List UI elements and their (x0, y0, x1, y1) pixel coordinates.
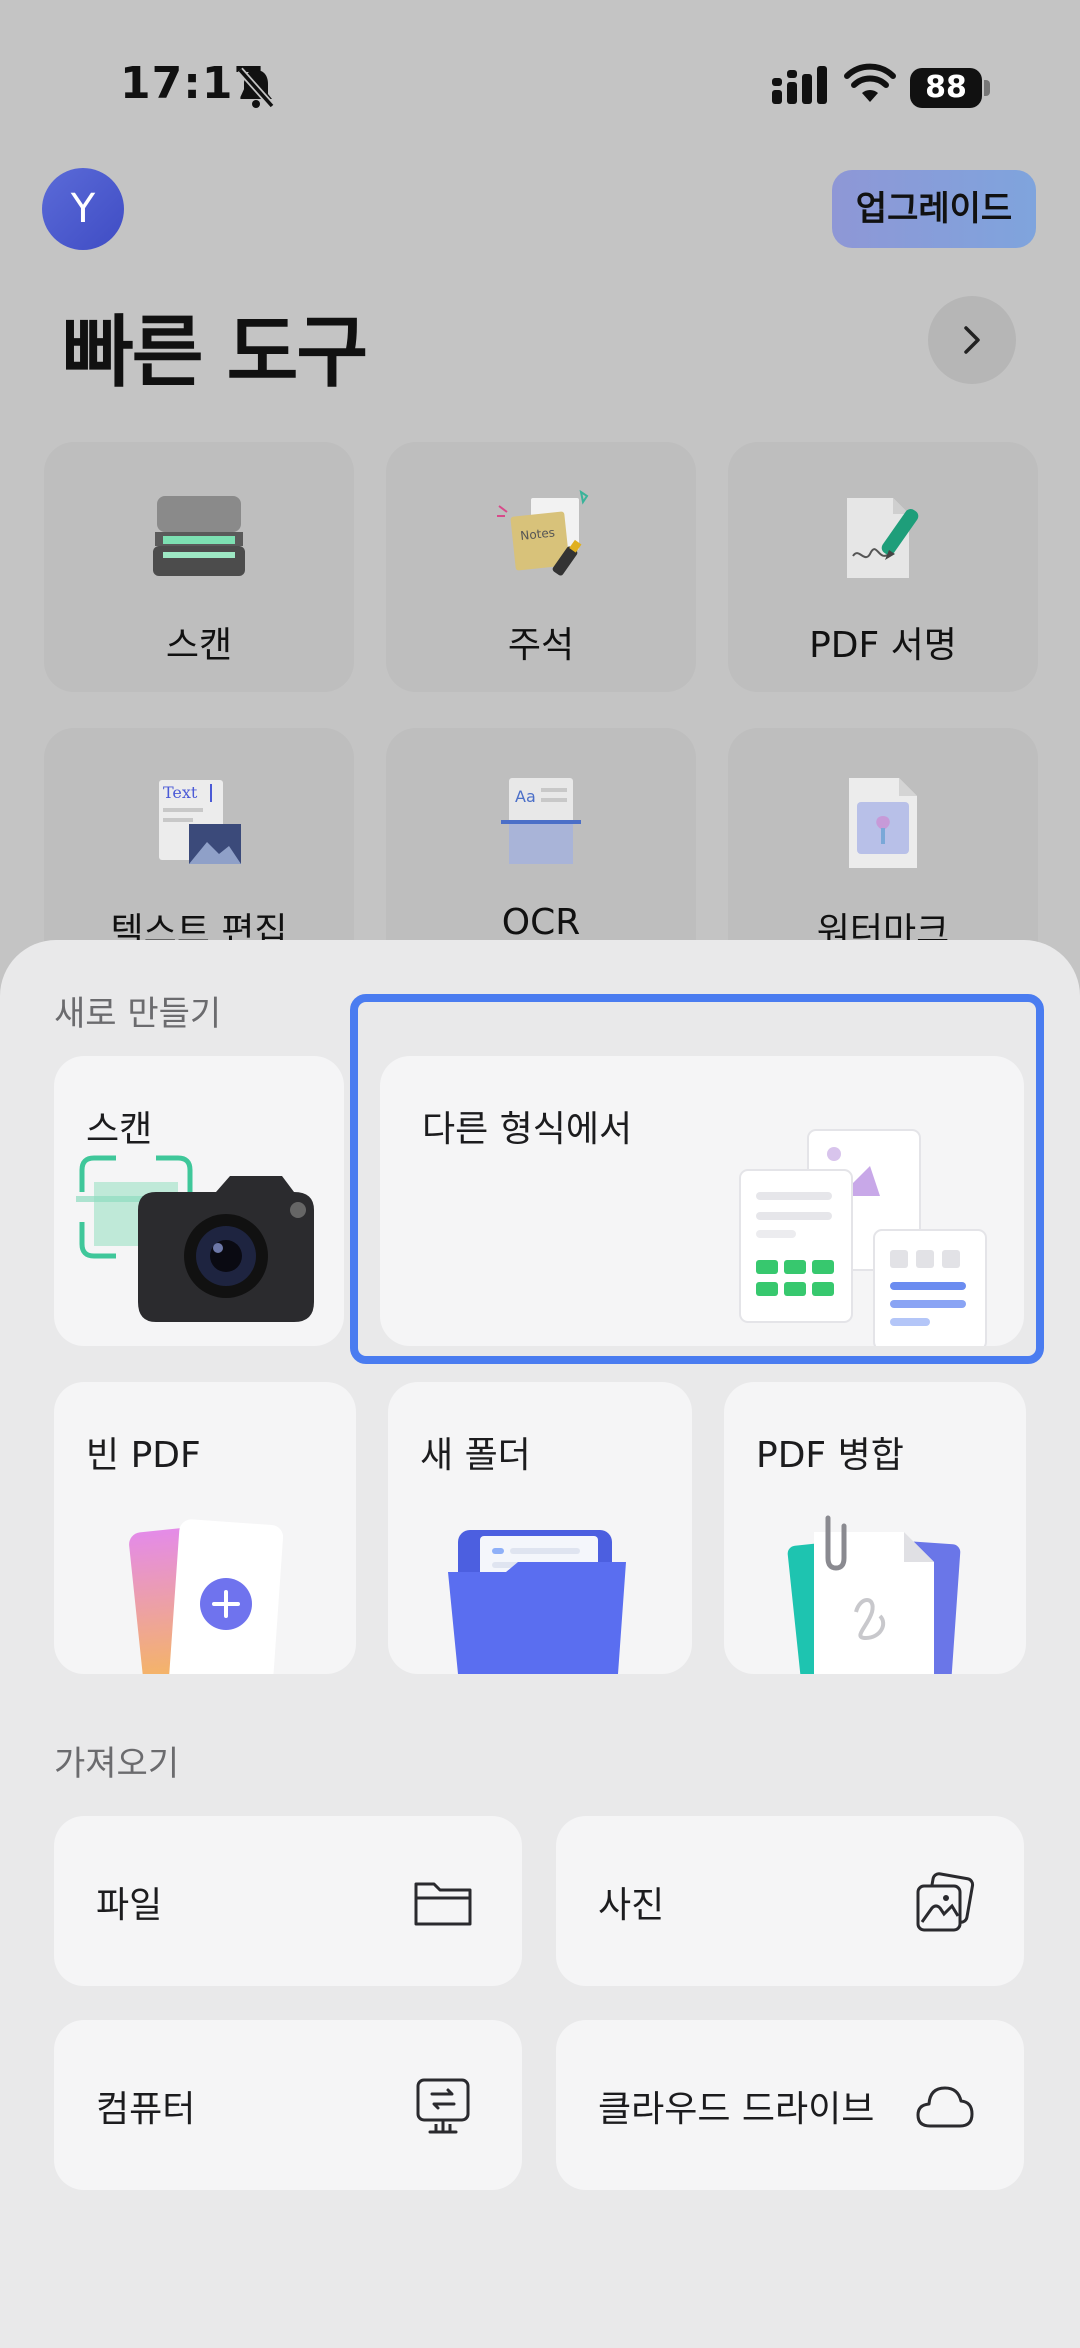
status-bar: 17:17 88 (0, 0, 1080, 170)
section-import-title: 가져오기 (54, 1744, 180, 1784)
cloud-icon (916, 2086, 974, 2128)
svg-text:Text: Text (163, 783, 198, 802)
avatar[interactable]: Y (42, 168, 124, 250)
tool-scan[interactable]: 스캔 (44, 442, 354, 692)
chevron-right-icon (964, 326, 980, 354)
tool-sign[interactable]: PDF 서명 (728, 442, 1038, 692)
scanner-icon (153, 496, 245, 576)
photo-icon (916, 1872, 975, 1932)
tool-label: 주석 (507, 625, 575, 666)
merge-pdf-icon (787, 1515, 961, 1674)
more-tools-button[interactable] (928, 296, 1016, 384)
card-label: 스캔 (86, 1109, 153, 1150)
import-computer-card[interactable]: 컴퓨터 (54, 2020, 522, 2190)
card-label: 빈 PDF (86, 1435, 201, 1476)
from-format-highlight (350, 994, 1044, 1364)
card-label: 컴퓨터 (96, 2089, 196, 2130)
camera-icon (76, 1155, 314, 1322)
import-photo-card[interactable]: 사진 (556, 1816, 1024, 1986)
card-label: 사진 (598, 1885, 665, 1926)
card-label: 파일 (96, 1885, 163, 1926)
watermark-icon (849, 778, 917, 868)
import-cloud-card[interactable]: 클라우드 드라이브 (556, 2020, 1024, 2190)
folder-illustration-icon (448, 1530, 626, 1674)
page-title: 빠른 도구 (62, 308, 368, 398)
bell-muted-icon (237, 67, 275, 109)
create-new-folder-card[interactable]: 새 폴더 (388, 1382, 692, 1674)
wifi-icon (844, 63, 896, 102)
battery-indicator: 88 (910, 68, 982, 108)
battery-tip (984, 80, 990, 96)
tool-label: 스캔 (165, 625, 233, 666)
card-label: PDF 병합 (756, 1435, 904, 1476)
svg-text:Aa: Aa (515, 787, 536, 806)
create-blank-pdf-card[interactable]: 빈 PDF (54, 1382, 356, 1674)
tool-label: PDF 서명 (809, 625, 957, 666)
section-create-new-title: 새로 만들기 (54, 994, 222, 1034)
card-label: 클라우드 드라이브 (598, 2089, 875, 2130)
card-label: 새 폴더 (420, 1435, 531, 1476)
create-scan-card[interactable]: 스캔 (54, 1056, 344, 1346)
tool-label: OCR (501, 902, 581, 943)
signal-icon (772, 66, 827, 104)
ocr-icon: Aa (501, 778, 581, 864)
folder-icon (414, 1882, 472, 1926)
import-file-card[interactable]: 파일 (54, 1816, 522, 1986)
tool-annotate[interactable]: Notes 주석 (386, 442, 696, 692)
computer-transfer-icon (416, 2078, 470, 2134)
text-edit-icon: Text (159, 780, 241, 864)
create-merge-pdf-card[interactable]: PDF 병합 (724, 1382, 1026, 1674)
notes-icon: Notes (497, 489, 589, 576)
blank-pdf-icon (129, 1519, 284, 1674)
upgrade-button[interactable]: 업그레이드 (832, 170, 1036, 248)
signature-icon (847, 498, 919, 578)
